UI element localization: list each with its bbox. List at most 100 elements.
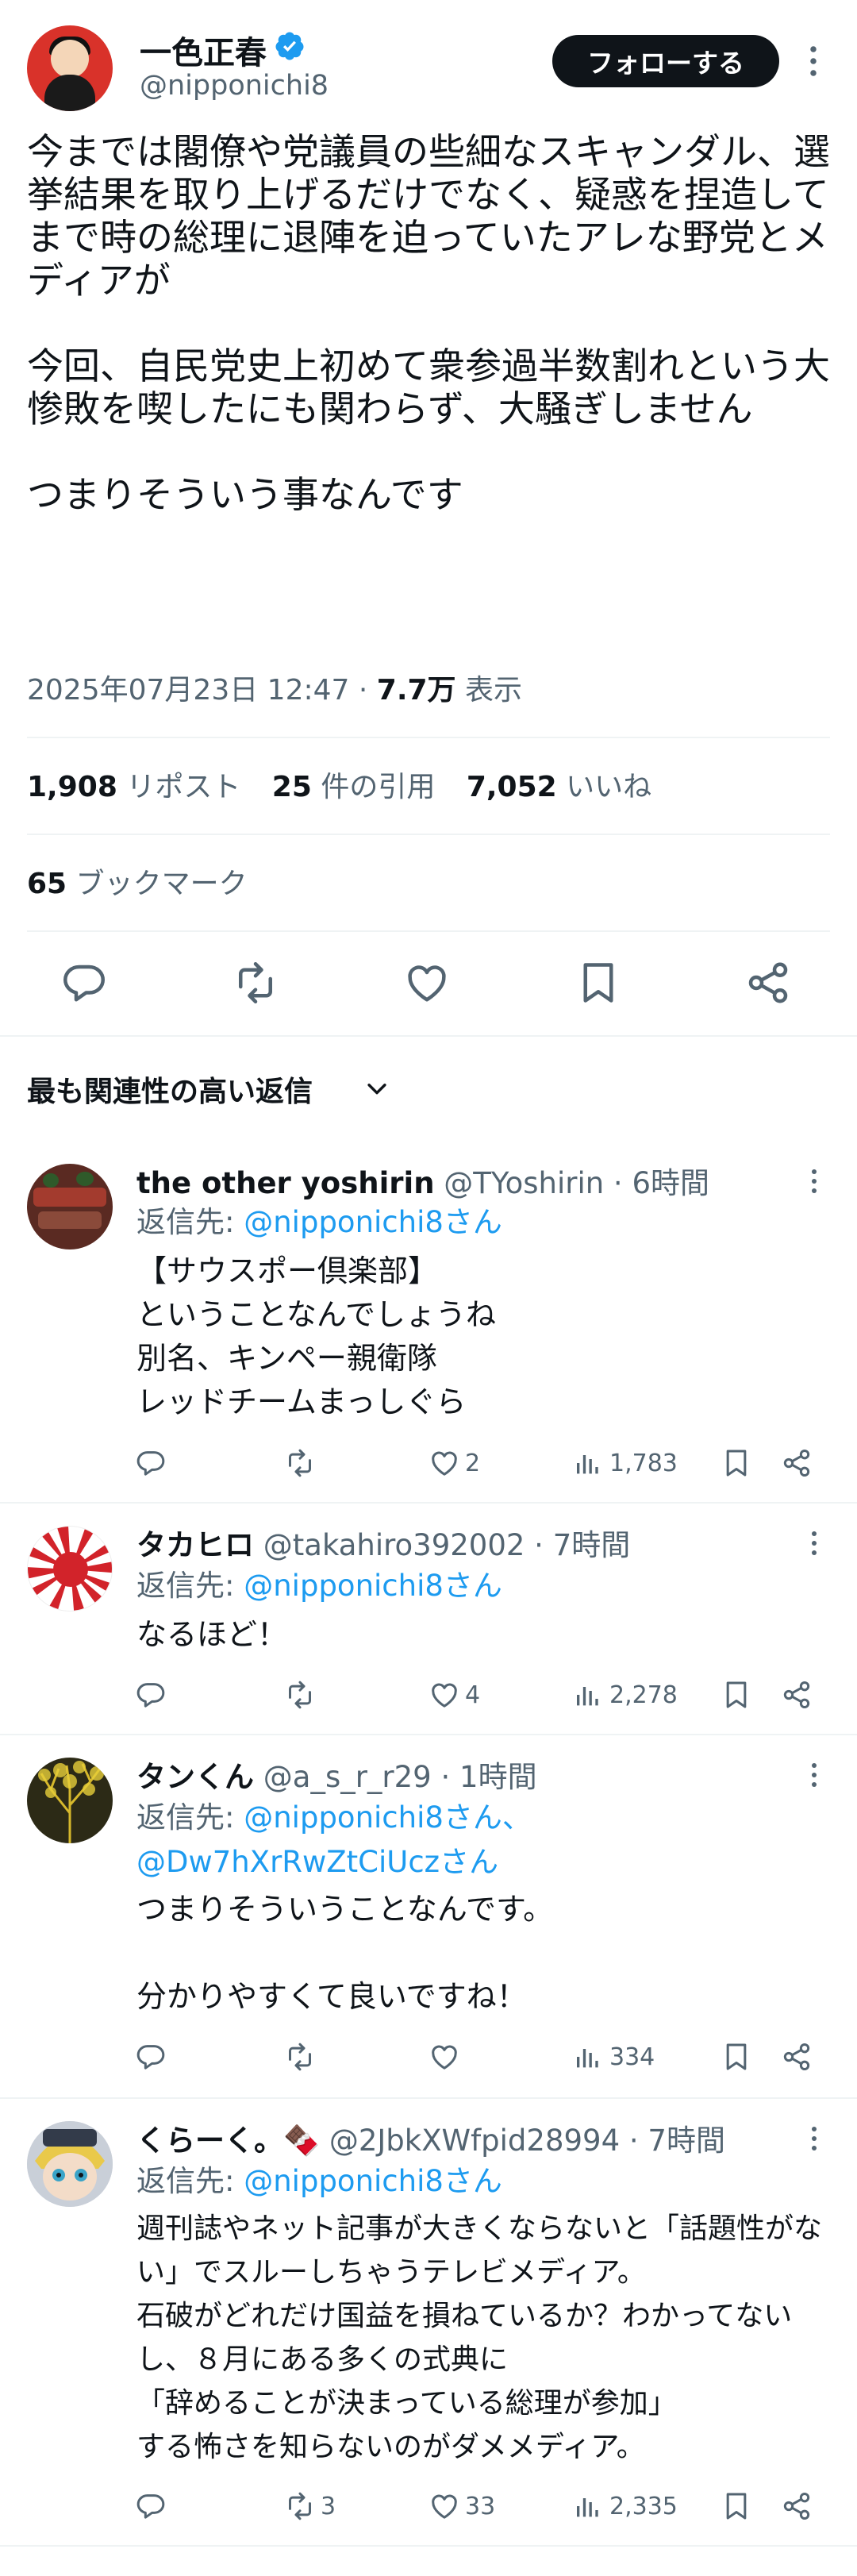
chevron-down-icon[interactable] [363,1075,390,1102]
reply-to-link[interactable]: @nipponichi8さん [244,1205,502,1239]
like-icon [432,2045,457,2070]
views-icon [577,2049,598,2068]
reply-bookmark-button[interactable] [721,1445,752,1481]
author-avatar[interactable] [27,25,113,111]
reply-author-name[interactable]: くらーく。🍫 [136,2124,320,2158]
reply-repost-button[interactable]: 3 [284,2488,336,2524]
more-icon[interactable] [801,41,825,81]
like-icon [432,2494,457,2519]
reply-avatar[interactable] [27,1758,113,1843]
reply-share-button[interactable] [781,2039,813,2075]
author-name[interactable]: 一色正春 [140,27,267,73]
reply-author-name[interactable]: the other yoshirin [136,1166,435,1200]
reply-views-button[interactable]: 1,783 [573,1445,678,1481]
reply-author-handle[interactable]: @a_s_r_r29 [263,1760,432,1794]
reply-time[interactable]: 1時間 [459,1760,537,1794]
engagement-stats: 1,908 リポスト 25 件の引用 7,052 いいね [27,764,651,805]
tweet-views-label: 表示 [465,674,523,707]
verified-badge-icon [275,32,304,60]
repost-icon [289,2492,311,2520]
like-icon [432,1451,457,1476]
reply-text: 週刊誌やネット記事が大きくならないと「話題性がない」でスルーしちゃうテレビメディ… [136,2212,823,2463]
anime-character-image [27,2121,113,2207]
reply-views-button[interactable]: 2,278 [573,1677,678,1713]
share-button[interactable] [744,959,792,1007]
reply-to-link[interactable]: @nipponichi8さん、 [244,1800,532,1835]
reply-to: 返信先: @nipponichi8さん [136,1569,502,1603]
reply-share-button[interactable] [781,1677,813,1713]
repost-icon [289,1449,311,1477]
reply-author-handle[interactable]: @TYoshirin [444,1166,604,1200]
reply-author-handle[interactable]: @2JbkXWfpid28994 [329,2124,620,2158]
bookmark-icon [726,2043,747,2070]
divider [27,834,830,835]
reply-reply-button[interactable] [135,1677,171,1713]
reply-repost-button[interactable] [284,1445,321,1481]
reply-to-link[interactable]: @Dw7hXrRwZtCiUczさん [136,1845,498,1879]
views-icon [577,1455,598,1474]
reply-to-link[interactable]: @nipponichi8さん [244,1569,502,1603]
reply-share-button[interactable] [781,2488,813,2524]
repost-icon [239,962,272,1003]
share-icon [748,962,788,1003]
reply-sort-label[interactable]: 最も関連性の高い返信 [27,1069,313,1110]
reply-like-button[interactable]: 4 [428,1677,480,1713]
divider [0,1502,857,1504]
more-icon[interactable] [805,1759,824,1791]
reply-bookmark-button[interactable] [721,2039,752,2075]
reply-text: なるほど！ [136,1617,288,1652]
more-icon[interactable] [805,1165,824,1197]
reply-time[interactable]: 7時間 [648,2124,725,2158]
divider [27,930,830,932]
reply-avatar[interactable] [27,1164,113,1249]
reply-reply-button[interactable] [135,2039,171,2075]
reply-avatar[interactable] [27,1526,113,1611]
reply-like-button[interactable]: 33 [428,2488,495,2524]
bookmarks-stat[interactable]: 65 ブックマーク [27,861,248,902]
reply-header: タンくん @a_s_r_r29 · 1時間 [136,1760,537,1794]
reply-repost-button[interactable] [284,2039,321,2075]
divider [27,737,830,738]
reply-share-button[interactable] [781,1445,813,1481]
reply-repost-button[interactable] [284,1677,321,1713]
reply-to: 返信先: @nipponichi8さん [136,2164,502,2198]
likes-stat[interactable]: 7,052 いいね [467,771,651,803]
reply-time[interactable]: 7時間 [553,1528,631,1562]
tweet-views: 7.7万 [376,674,456,707]
reply-like-button[interactable]: 2 [428,1445,480,1481]
reply-views-button[interactable]: 2,335 [573,2488,678,2524]
reply-avatar[interactable] [27,2121,113,2207]
bookmark-icon [726,2493,747,2520]
like-button[interactable] [403,959,451,1007]
reply-bookmark-button[interactable] [721,2488,752,2524]
reply-button[interactable] [60,959,108,1007]
reposts-stat[interactable]: 1,908 リポスト [27,771,240,803]
author-handle[interactable]: @nipponichi8 [140,70,329,102]
reply-to: 返信先: @nipponichi8さん、 @Dw7hXrRwZtCiUczさん [136,1800,532,1879]
reply-time[interactable]: 6時間 [632,1166,709,1200]
reply-views-button[interactable]: 334 [573,2039,655,2075]
reply-author-name[interactable]: タカヒロ [136,1528,254,1562]
rising-sun-flag-image [28,1527,112,1611]
reply-bookmark-button[interactable] [721,1677,752,1713]
reply-icon [136,1451,165,1476]
tweet-date[interactable]: 2025年07月23日 12:47 [27,674,349,707]
more-icon[interactable] [805,1527,824,1559]
reply-header: タカヒロ @takahiro392002 · 7時間 [136,1528,631,1562]
quotes-stat[interactable]: 25 件の引用 [272,771,436,803]
bookmark-icon [726,1450,747,1477]
reply-author-handle[interactable]: @takahiro392002 [263,1528,525,1562]
reply-like-button[interactable] [428,2039,465,2075]
repost-icon [289,1681,311,1709]
bookmark-button[interactable] [575,959,622,1007]
share-icon [783,2043,810,2070]
reply-reply-button[interactable] [135,1445,171,1481]
more-icon[interactable] [805,2123,824,2154]
repost-button[interactable] [232,959,279,1007]
reply-text: つまりそういうことなんです。 分かりやすくて良いですね！ [136,1892,554,2014]
reply-to-link[interactable]: @nipponichi8さん [244,2164,502,2198]
share-icon [783,1681,810,1708]
reply-reply-button[interactable] [135,2488,171,2524]
reply-author-name[interactable]: タンくん [136,1760,254,1794]
follow-button[interactable]: フォローする [552,35,779,87]
